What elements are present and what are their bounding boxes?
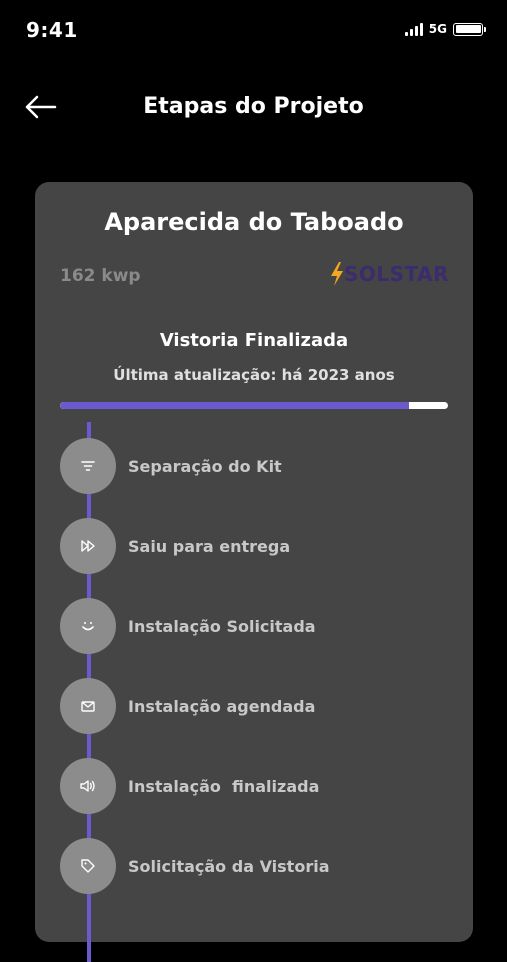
header: Etapas do Projeto xyxy=(0,84,507,134)
signal-icon xyxy=(404,22,423,36)
step-icon-circle xyxy=(60,438,116,494)
last-update-text: Última atualização: há 2023 anos xyxy=(113,366,395,384)
network-label: 5G xyxy=(428,22,447,36)
step-instalacao-finalizada[interactable]: Instalação finalizada xyxy=(60,758,460,814)
fast-forward-icon xyxy=(81,540,95,552)
step-label: Instalação agendada xyxy=(128,696,316,716)
smile-icon xyxy=(82,622,94,631)
solstar-logo: SOLSTAR xyxy=(330,262,449,286)
status-time: 9:41 xyxy=(26,18,78,42)
step-icon-circle xyxy=(60,758,116,814)
step-label: Instalação finalizada xyxy=(128,776,320,796)
step-saiu-entrega[interactable]: Saiu para entrega xyxy=(60,518,460,574)
progress-fill xyxy=(60,402,410,409)
step-separacao-kit[interactable]: Separação do Kit xyxy=(60,438,460,494)
step-label: Saiu para entrega xyxy=(128,536,291,556)
step-solicitacao-vistoria[interactable]: Solicitação da Vistoria xyxy=(60,838,460,894)
project-name: Aparecida do Taboado xyxy=(104,208,404,236)
step-icon-circle xyxy=(60,678,116,734)
project-card: Aparecida do Taboado 162 kwp SOLSTAR Vis… xyxy=(35,182,473,962)
bolt-icon xyxy=(330,262,343,286)
step-instalacao-solicitada[interactable]: Instalação Solicitada xyxy=(60,598,460,654)
filter-icon xyxy=(81,461,95,471)
current-stage-title: Vistoria Finalizada xyxy=(159,330,349,351)
step-icon-circle xyxy=(60,838,116,894)
step-icon-circle xyxy=(60,598,116,654)
speaker-icon xyxy=(80,780,95,792)
progress-bar xyxy=(60,402,448,409)
mail-icon xyxy=(81,701,95,712)
status-bar: 9:41 5G xyxy=(0,0,507,62)
status-indicators: 5G xyxy=(404,22,486,36)
step-label: Instalação Solicitada xyxy=(128,616,316,636)
tag-icon xyxy=(81,859,95,873)
project-power: 162 kwp xyxy=(60,266,141,286)
logo-text: SOLSTAR xyxy=(343,262,449,286)
battery-icon xyxy=(453,22,486,36)
step-label: Solicitação da Vistoria xyxy=(128,856,330,876)
step-icon-circle xyxy=(60,518,116,574)
page-title: Etapas do Projeto xyxy=(143,94,364,119)
step-instalacao-agendada[interactable]: Instalação agendada xyxy=(60,678,460,734)
step-label: Separação do Kit xyxy=(128,456,282,476)
